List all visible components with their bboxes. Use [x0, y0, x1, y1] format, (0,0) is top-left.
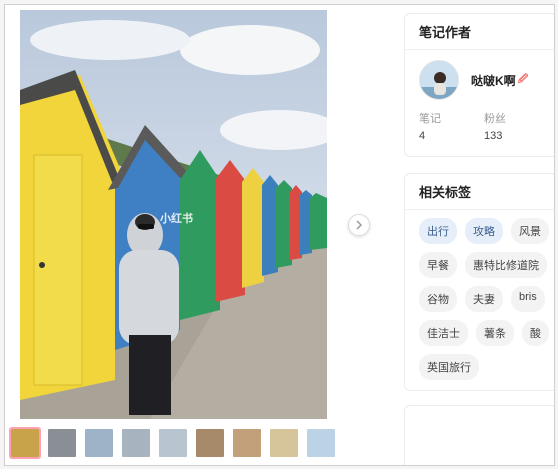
thumbnail-image	[11, 429, 39, 457]
tag-list: 出行 攻略 风景早餐 惠特比修道院 谷物 夫妻 bris 佳洁士 薯条酸英国旅行	[405, 210, 554, 388]
bottom-card	[404, 405, 554, 465]
note-image[interactable]: 小红书	[20, 10, 327, 419]
author-info[interactable]: 哒啵K啊 🖉	[405, 50, 554, 106]
thumbnail[interactable]	[120, 427, 152, 459]
related-tags-title: 相关标签	[405, 174, 554, 210]
thumbnail-image	[48, 429, 76, 457]
note-detail-window: 小红书 笔记作者 哒啵K啊 🖉 笔记 4 粉丝 133 相关标签 出行 攻略 风…	[4, 4, 555, 466]
thumbnail[interactable]	[157, 427, 189, 459]
author-name[interactable]: 哒啵K啊 🖉	[471, 72, 528, 89]
tag-item[interactable]: 谷物	[419, 286, 457, 312]
tag-item[interactable]: 出行	[419, 218, 457, 244]
tag-item[interactable]: 惠特比修道院	[465, 252, 547, 278]
fans-stat: 粉丝 133	[484, 110, 549, 142]
related-tags-card: 相关标签 出行 攻略 风景早餐 惠特比修道院 谷物 夫妻 bris 佳洁士 薯条酸英国旅行	[404, 173, 554, 391]
tag-item[interactable]: 薯条	[476, 320, 514, 346]
author-card: 笔记作者 哒啵K啊 🖉 笔记 4 粉丝 133	[404, 13, 554, 157]
thumbnail-image	[85, 429, 113, 457]
thumbnail[interactable]	[194, 427, 226, 459]
thumbnail-image	[196, 429, 224, 457]
thumbnail-image	[270, 429, 298, 457]
thumbnail[interactable]	[231, 427, 263, 459]
author-name-text: 哒啵K啊	[471, 73, 516, 88]
creator-badge-icon: 🖉	[517, 73, 529, 85]
thumbnail[interactable]	[46, 427, 78, 459]
tag-item[interactable]: 夫妻	[465, 286, 503, 312]
fans-label: 粉丝	[484, 113, 506, 125]
tag-item[interactable]: 酸	[522, 320, 549, 346]
tag-item[interactable]: 英国旅行	[419, 354, 479, 380]
tag-item[interactable]: 攻略	[465, 218, 503, 244]
next-image-button[interactable]	[348, 214, 370, 236]
author-card-title: 笔记作者	[405, 14, 554, 50]
author-stats: 笔记 4 粉丝 133	[405, 106, 554, 146]
tag-item[interactable]: bris	[511, 286, 545, 312]
notes-label: 笔记	[419, 113, 441, 125]
xiaohongshu-watermark: 小红书	[160, 213, 193, 225]
fans-count: 133	[484, 130, 503, 142]
avatar-image	[420, 61, 458, 99]
thumbnail-strip	[9, 427, 337, 459]
thumbnail-image	[233, 429, 261, 457]
tag-item[interactable]: 早餐	[419, 252, 457, 278]
thumbnail-image	[122, 429, 150, 457]
thumbnail[interactable]	[83, 427, 115, 459]
thumbnail[interactable]	[9, 427, 41, 459]
notes-count: 4	[419, 130, 426, 142]
thumbnail-image	[159, 429, 187, 457]
notes-stat: 笔记 4	[419, 110, 484, 142]
avatar[interactable]	[419, 60, 459, 100]
thumbnail[interactable]	[268, 427, 300, 459]
tag-item[interactable]: 佳洁士	[419, 320, 468, 346]
thumbnail[interactable]	[305, 427, 337, 459]
thumbnail-image	[307, 429, 335, 457]
chevron-right-icon	[356, 220, 363, 230]
tag-item[interactable]: 风景	[511, 218, 549, 244]
